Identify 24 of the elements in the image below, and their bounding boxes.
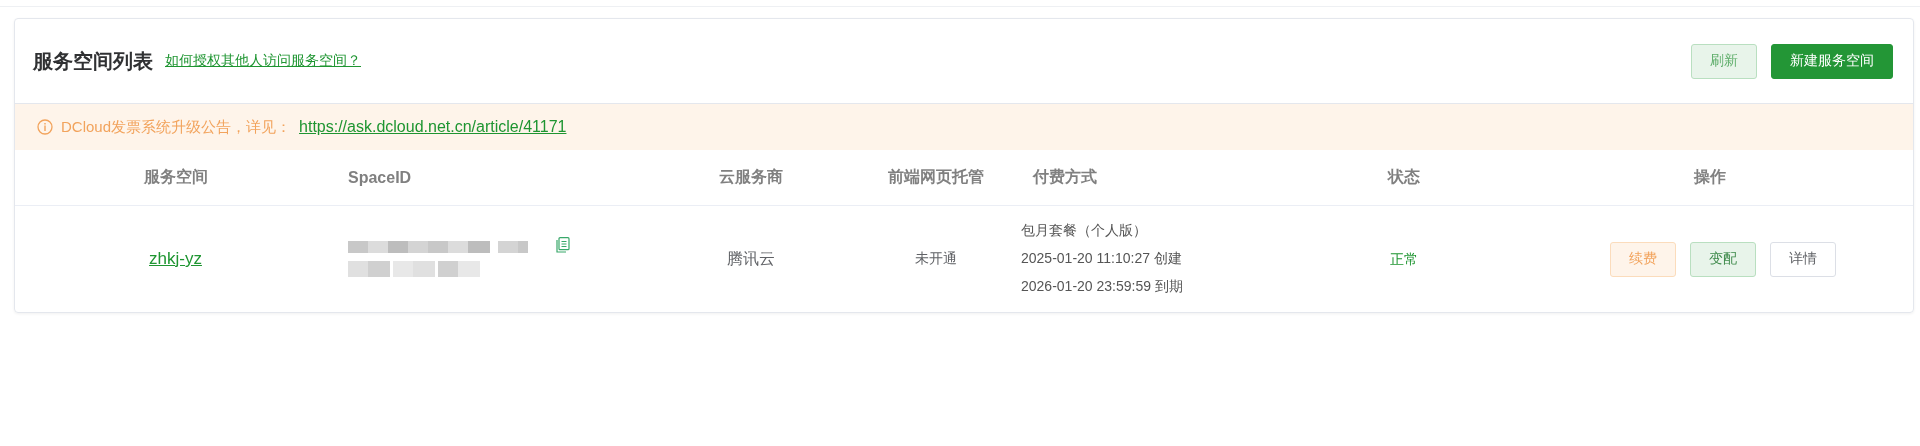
column-header: 前端网页托管: [887, 167, 985, 187]
column-header: 服务空间: [142, 167, 209, 187]
info-icon: [37, 119, 53, 135]
copy-icon[interactable]: [556, 237, 570, 253]
column-header: SpaceID: [347, 168, 413, 187]
space-name-link[interactable]: zhkj-yz: [149, 249, 202, 268]
status-text: 正常: [1389, 250, 1418, 267]
upgrade-button[interactable]: 变配: [1689, 241, 1756, 277]
page-title: 服务空间列表: [33, 48, 153, 74]
payment-text: 包月套餐（个人版）: [1021, 222, 1148, 240]
notice-text: DCloud发票系统升级公告，详见：: [61, 117, 292, 137]
details-button[interactable]: 详情: [1769, 241, 1836, 277]
column-header: 操作: [1692, 167, 1727, 187]
provider-cell-text: 腾讯云: [726, 248, 776, 269]
refresh-button[interactable]: 刷新: [1691, 43, 1757, 79]
help-link[interactable]: 如何授权其他人访问服务空间？: [165, 52, 361, 70]
column-header: 付费方式: [1031, 167, 1098, 187]
column-header: 云服务商: [718, 167, 784, 187]
column-header: 状态: [1386, 167, 1421, 187]
notice-link[interactable]: https://ask.dcloud.net.cn/article/41171: [299, 118, 567, 136]
hosting-cell-text: 未开通: [914, 250, 958, 268]
create-button[interactable]: 新建服务空间: [1771, 43, 1893, 79]
payment-text: 2025-01-20 11:10:27 创建: [1021, 250, 1183, 268]
payment-text: 2026-01-20 23:59:59 到期: [1021, 278, 1184, 296]
